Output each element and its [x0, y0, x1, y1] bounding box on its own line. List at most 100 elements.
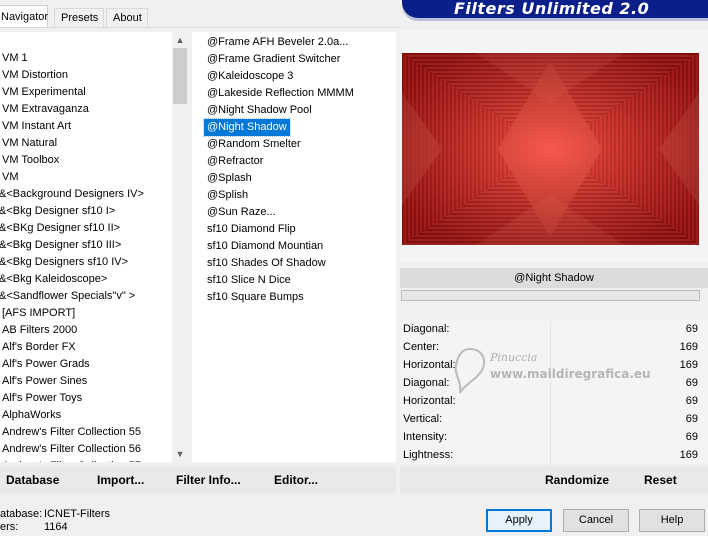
reset-button[interactable]: Reset [644, 473, 677, 487]
filter-item[interactable]: @Refractor [204, 153, 266, 170]
filter-item-selected[interactable]: @Night Shadow [203, 118, 291, 137]
import-button[interactable]: Import... [97, 473, 144, 487]
param-row[interactable]: Diagonal: 69 [400, 375, 700, 393]
filter-item[interactable]: @Splash [204, 170, 255, 187]
category-item[interactable]: VM Toolbox [2, 152, 59, 169]
filter-item[interactable]: @Splish [204, 187, 251, 204]
tab-presets[interactable]: Presets [54, 8, 104, 27]
param-value[interactable]: 169 [680, 341, 698, 353]
param-divider [550, 393, 551, 411]
current-filter-name: @Night Shadow [400, 268, 708, 288]
filter-item[interactable]: sf10 Diamond Mountian [204, 238, 326, 255]
param-row[interactable]: Lightness: 169 [400, 447, 700, 465]
filter-item[interactable]: sf10 Diamond Flip [204, 221, 299, 238]
filters-count: 1164 [44, 521, 68, 533]
param-row[interactable]: Horizontal: 69 [400, 393, 700, 411]
tab-navigator[interactable]: Navigator [0, 5, 48, 28]
param-value[interactable]: 169 [680, 449, 698, 461]
scroll-thumb[interactable] [173, 48, 187, 104]
parameter-panel[interactable]: Diagonal: 69 Center: 169 Horizontal: 169 Diago… [400, 320, 708, 465]
category-item[interactable]: &<Bkg Designers sf10 IV> [0, 254, 128, 271]
category-item[interactable]: VM Extravaganza [2, 101, 89, 118]
category-list[interactable]: VM 1 VM Distortion VM Experimental VM Extra… [0, 32, 172, 462]
app-title: Filters Unlimited 2.0 [454, 0, 650, 18]
category-item[interactable]: VM 1 [2, 50, 28, 67]
param-label: Vertical: [403, 413, 443, 425]
category-item[interactable]: Alf's Power Sines [2, 373, 87, 390]
category-item[interactable]: VM Instant Art [2, 118, 71, 135]
category-item[interactable]: Alf's Border FX [2, 339, 76, 356]
category-item[interactable]: VM Natural [2, 135, 57, 152]
randomize-button[interactable]: Randomize [545, 473, 609, 487]
category-item[interactable]: &<Background Designers IV> [0, 186, 144, 203]
param-row[interactable]: Intensity: 69 [400, 429, 700, 447]
param-label: Horizontal: [403, 395, 456, 407]
category-item[interactable]: AB Filters 2000 [2, 322, 77, 339]
filter-list[interactable]: @Frame AFH Beveler 2.0a... @Frame Gradien… [192, 32, 396, 462]
app-banner: Filters Unlimited 2.0 [402, 0, 708, 18]
tab-about[interactable]: About [106, 8, 148, 27]
category-item[interactable]: Andrew's Filter Collection 55 [2, 424, 141, 441]
category-item[interactable]: VM [2, 169, 19, 186]
category-scrollbar[interactable]: ▲ ▼ [172, 32, 188, 462]
tab-label: Navigator [1, 11, 49, 23]
category-item[interactable]: AlphaWorks [2, 407, 61, 424]
filter-item[interactable]: sf10 Shades Of Shadow [204, 255, 329, 272]
param-value[interactable]: 69 [686, 413, 698, 425]
param-label: Center: [403, 341, 440, 353]
tab-label: About [113, 12, 142, 24]
param-value[interactable]: 69 [686, 395, 698, 407]
database-value: ICNET-Filters [44, 508, 110, 520]
param-divider [550, 447, 551, 465]
tab-label: Presets [61, 12, 99, 24]
category-item[interactable]: &<Sandflower Specials"v" > [0, 288, 135, 305]
param-value[interactable]: 69 [686, 377, 698, 389]
param-divider [550, 375, 551, 393]
param-label: Intensity: [403, 431, 448, 443]
help-button[interactable]: Help [639, 509, 705, 532]
list-toolbar: Database Import... Filter Info... Editor… [0, 466, 396, 494]
filter-item[interactable]: @Frame Gradient Switcher [204, 51, 343, 68]
param-value[interactable]: 169 [680, 359, 698, 371]
filter-item[interactable]: @Random Smelter [204, 136, 304, 153]
category-item[interactable]: VM Experimental [2, 84, 86, 101]
category-item[interactable]: Alf's Power Toys [2, 390, 82, 407]
scroll-down-icon[interactable]: ▼ [172, 446, 188, 462]
cancel-button[interactable]: Cancel [563, 509, 629, 532]
filter-item[interactable]: @Night Shadow Pool [204, 102, 315, 119]
database-button[interactable]: Database [6, 473, 59, 487]
category-item[interactable]: &<Bkg Designer sf10 III> [0, 237, 121, 254]
param-value[interactable]: 69 [686, 431, 698, 443]
category-item[interactable]: Andrew's Filter Collection 56 [2, 441, 141, 458]
param-row[interactable]: Center: 169 [400, 339, 700, 357]
category-item[interactable]: &<Bkg Designer sf10 I> [0, 203, 115, 220]
filter-item[interactable]: @Sun Raze... [204, 204, 279, 221]
category-item[interactable]: [AFS IMPORT] [2, 305, 75, 322]
editor-button[interactable]: Editor... [274, 473, 318, 487]
filter-item[interactable]: @Frame AFH Beveler 2.0a... [204, 34, 351, 51]
scroll-up-icon[interactable]: ▲ [172, 32, 188, 48]
param-row[interactable]: Diagonal: 69 [400, 321, 700, 339]
param-label: Lightness: [403, 449, 454, 461]
category-item[interactable]: Andrew's Filter Collection 57 [2, 458, 141, 462]
param-label: Horizontal: [403, 359, 456, 371]
param-label: Diagonal: [403, 377, 450, 389]
param-divider [550, 339, 551, 357]
category-item[interactable]: &<Bkg Kaleidoscope> [0, 271, 107, 288]
filter-item[interactable]: @Kaleidoscope 3 [204, 68, 296, 85]
category-item[interactable]: Alf's Power Grads [2, 356, 90, 373]
database-label: atabase: [0, 508, 43, 520]
param-row[interactable]: Horizontal: 169 [400, 357, 700, 375]
filter-info-button[interactable]: Filter Info... [176, 473, 241, 487]
param-divider [550, 429, 551, 447]
param-label: Diagonal: [403, 323, 450, 335]
param-row[interactable]: Vertical: 69 [400, 411, 700, 429]
tab-divider [0, 27, 400, 28]
param-value[interactable]: 69 [686, 323, 698, 335]
category-item[interactable]: &<BKg Designer sf10 II> [0, 220, 120, 237]
category-item[interactable]: VM Distortion [2, 67, 68, 84]
filter-item[interactable]: sf10 Square Bumps [204, 289, 307, 306]
filter-item[interactable]: @Lakeside Reflection MMMM [204, 85, 357, 102]
apply-button[interactable]: Apply [486, 509, 552, 532]
filter-item[interactable]: sf10 Slice N Dice [204, 272, 294, 289]
